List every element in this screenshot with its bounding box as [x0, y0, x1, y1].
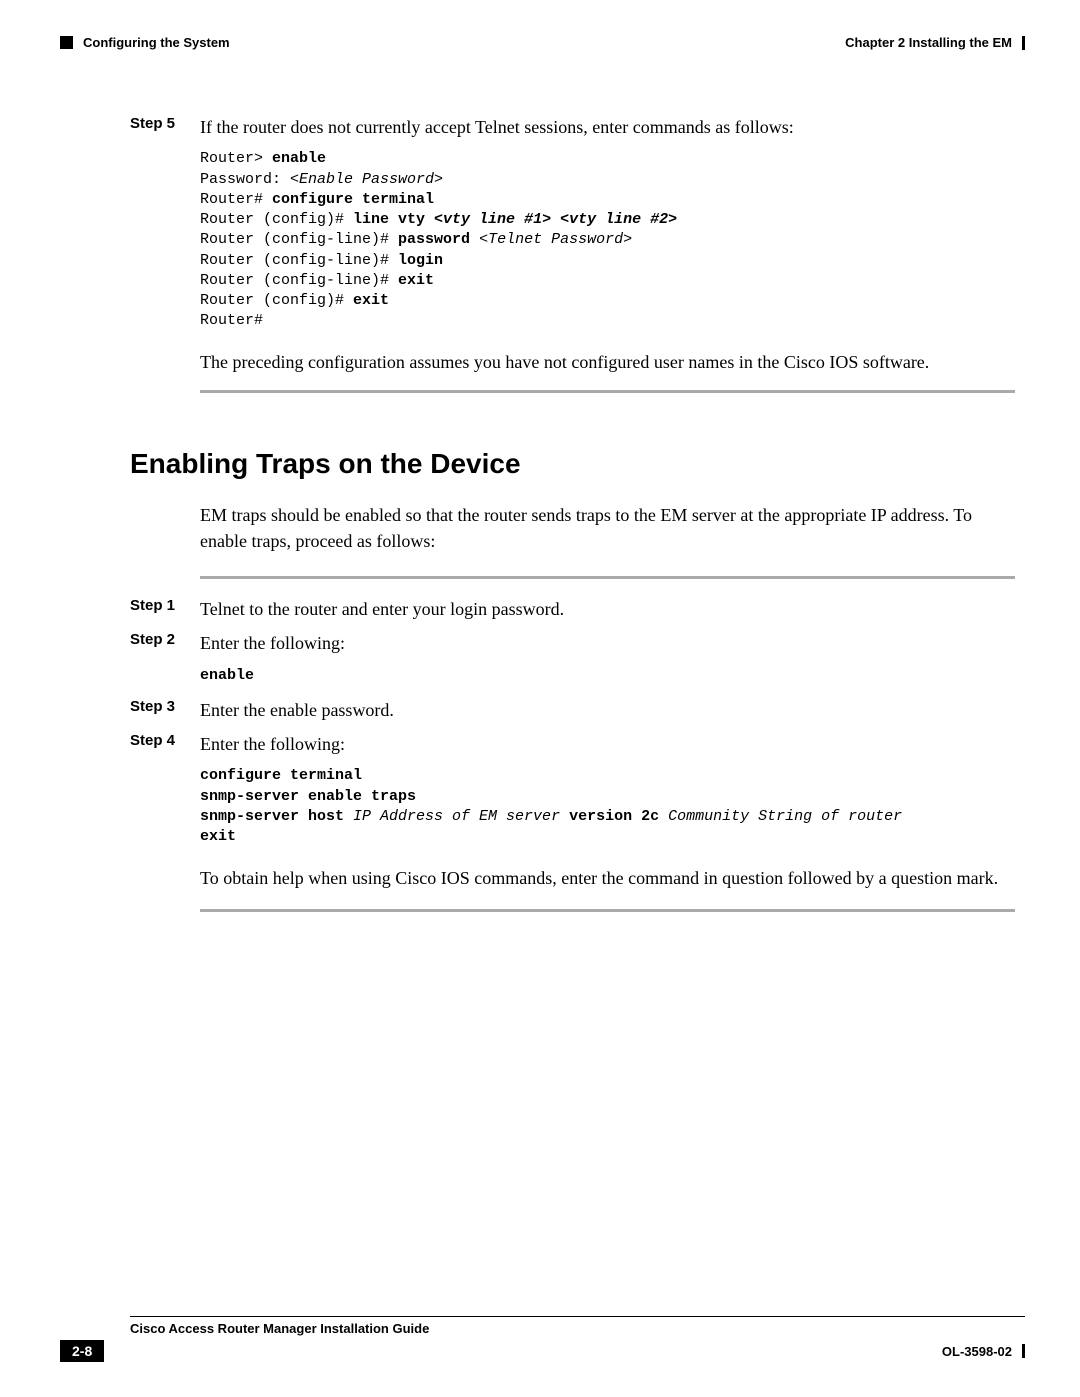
- step-label: Step 2: [130, 631, 200, 655]
- step-text: If the router does not currently accept …: [200, 115, 794, 139]
- page-footer: Cisco Access Router Manager Installation…: [60, 1316, 1025, 1362]
- code-block-snmp: configure terminal snmp-server enable tr…: [200, 766, 1015, 847]
- step-label: Step 3: [130, 698, 200, 722]
- header-left: Configuring the System: [60, 35, 230, 50]
- paragraph: EM traps should be enabled so that the r…: [200, 502, 1015, 554]
- step-1: Step 1 Telnet to the router and enter yo…: [130, 597, 1015, 621]
- paragraph: To obtain help when using Cisco IOS comm…: [200, 865, 1015, 891]
- heading-enabling-traps: Enabling Traps on the Device: [130, 448, 1015, 480]
- footer-bar-icon: [1022, 1344, 1025, 1358]
- step-4: Step 4 Enter the following:: [130, 732, 1015, 756]
- section-marker-icon: [60, 36, 73, 49]
- step-2: Step 2 Enter the following:: [130, 631, 1015, 655]
- step-label: Step 1: [130, 597, 200, 621]
- footer-rule: [130, 1316, 1025, 1317]
- step-text: Telnet to the router and enter your logi…: [200, 597, 564, 621]
- header-bar-icon: [1022, 36, 1025, 50]
- code-block-enable: enable: [200, 666, 1015, 686]
- page-number-tab: 2-8: [60, 1340, 104, 1362]
- step-text: Enter the enable password.: [200, 698, 394, 722]
- header-right: Chapter 2 Installing the EM: [845, 35, 1025, 50]
- document-id: OL-3598-02: [942, 1344, 1025, 1359]
- section-divider: [200, 909, 1015, 912]
- page-content: Step 5 If the router does not currently …: [60, 50, 1025, 912]
- paragraph: The preceding configuration assumes you …: [200, 350, 1015, 375]
- footer-bottom-row: 2-8 OL-3598-02: [60, 1340, 1025, 1362]
- page-header: Configuring the System Chapter 2 Install…: [60, 35, 1025, 50]
- section-divider: [200, 390, 1015, 393]
- chapter-name: Chapter 2 Installing the EM: [845, 35, 1012, 50]
- step-text: Enter the following:: [200, 732, 345, 756]
- code-block-telnet: Router> enable Password: <Enable Passwor…: [200, 149, 1015, 331]
- step-5: Step 5 If the router does not currently …: [130, 115, 1015, 139]
- document-page: Configuring the System Chapter 2 Install…: [0, 0, 1080, 1397]
- step-text: Enter the following:: [200, 631, 345, 655]
- section-divider: [200, 576, 1015, 579]
- section-name: Configuring the System: [83, 35, 230, 50]
- footer-doc-title: Cisco Access Router Manager Installation…: [130, 1321, 1025, 1336]
- step-3: Step 3 Enter the enable password.: [130, 698, 1015, 722]
- step-label: Step 5: [130, 115, 200, 139]
- step-label: Step 4: [130, 732, 200, 756]
